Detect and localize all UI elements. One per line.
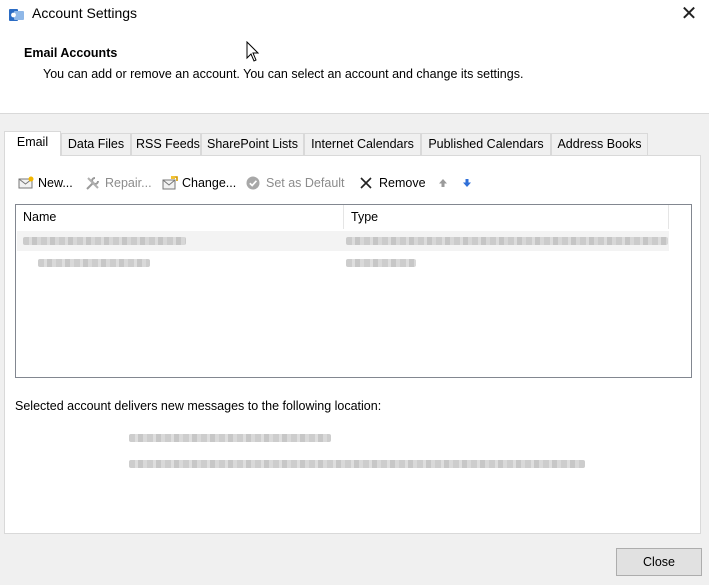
column-header-type[interactable]: Type [344, 205, 669, 229]
wrench-icon [86, 177, 99, 190]
arrow-down-icon [463, 179, 471, 187]
window-title: Account Settings [32, 5, 138, 21]
accounts-list[interactable]: Name Type [15, 204, 692, 378]
account-settings-icon [9, 9, 24, 21]
tab-rss-feeds[interactable]: RSS Feeds [131, 133, 201, 155]
set-as-default-button[interactable]: Set as Default [245, 172, 345, 194]
redacted-account-subtype [346, 259, 416, 267]
repair-button[interactable]: Repair... [84, 172, 152, 194]
close-icon[interactable]: ✕ [674, 0, 704, 28]
redacted-account-subname [38, 259, 150, 267]
arrow-up-icon [439, 179, 447, 187]
column-header-name[interactable]: Name [16, 205, 344, 229]
change-mail-icon [162, 176, 178, 190]
header-description: You can add or remove an account. You ca… [43, 67, 524, 81]
redacted-account-name [23, 237, 186, 245]
tab-data-files[interactable]: Data Files [61, 133, 131, 155]
tab-email[interactable]: Email [4, 131, 61, 156]
delivery-location-label: Selected account delivers new messages t… [15, 399, 382, 413]
set-as-default-label: Set as Default [266, 176, 345, 190]
redacted-delivery-folder [129, 434, 331, 442]
close-button[interactable]: Close [616, 548, 702, 576]
tab-sharepoint-lists[interactable]: SharePoint Lists [201, 133, 304, 155]
redacted-delivery-path [129, 460, 585, 468]
check-circle-icon [246, 176, 260, 190]
tab-internet-calendars[interactable]: Internet Calendars [304, 133, 421, 155]
header-panel: Email Accounts You can add or remove an … [0, 30, 709, 114]
new-account-button[interactable]: New... [17, 172, 73, 194]
new-mail-icon [18, 176, 34, 189]
change-label: Change... [182, 176, 237, 190]
change-button[interactable]: Change... [161, 172, 236, 194]
tab-address-books[interactable]: Address Books [551, 133, 648, 155]
repair-label: Repair... [105, 176, 152, 190]
header-title: Email Accounts [24, 46, 118, 60]
new-account-label: New... [38, 176, 73, 190]
redacted-account-type [346, 237, 668, 245]
tab-published-calendars[interactable]: Published Calendars [421, 133, 551, 155]
remove-button[interactable]: Remove [358, 172, 426, 194]
move-down-button[interactable] [462, 172, 472, 194]
mouse-cursor-icon [246, 41, 260, 62]
remove-x-icon [360, 177, 372, 189]
title-bar: Account Settings ✕ [0, 0, 709, 30]
move-up-button[interactable] [438, 172, 448, 194]
remove-label: Remove [379, 176, 426, 190]
